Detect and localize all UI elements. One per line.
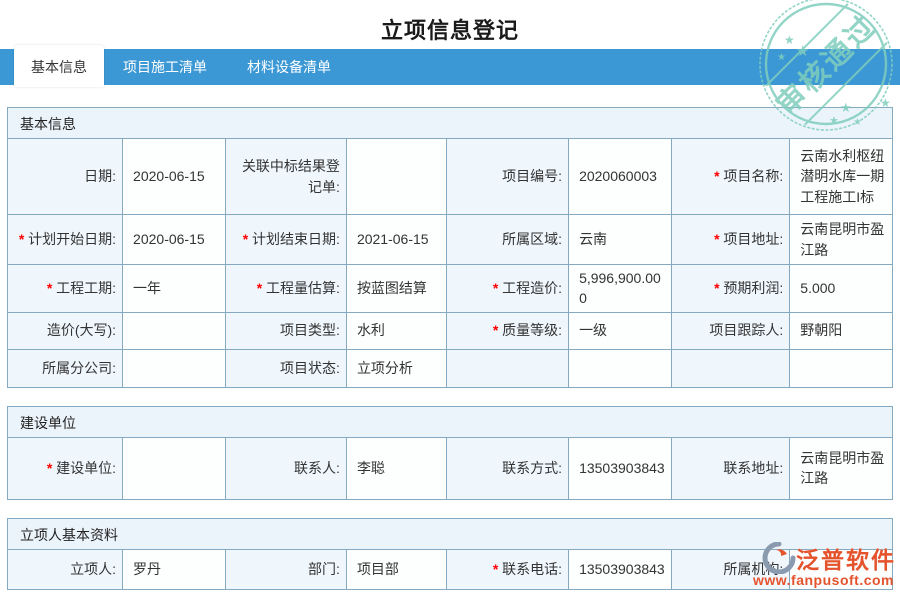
field-value: 2020-06-15 [122,138,226,215]
field-label: * 项目地址: [670,214,791,265]
field-label: 部门: [224,548,347,590]
section-construction-unit: 建设单位 * 建设单位: 联系人: 李聪 联系方式: 13503903843 联系地址: 云… [6,405,893,500]
required-asterisk: * [18,231,29,248]
required-asterisk: * [256,280,267,297]
table-row: 立项人: 罗丹 部门: 项目部 * 联系电话: 13503903843 所属机构: [6,548,893,590]
field-label: * 计划开始日期: [6,214,124,265]
required-asterisk: * [46,280,57,297]
required-asterisk: * [714,280,724,297]
field-value: 13503903843 [568,548,672,590]
field-value [789,348,893,388]
table-row: 造价(大写): 项目类型: 水利 * 质量等级: 一级 项目跟踪人: 野朝阳 [6,311,893,350]
field-label: * 计划结束日期: [224,214,347,265]
field-label: 项目类型: [224,311,347,350]
section-title: 立项人基本资料 [7,517,893,550]
table-row: * 工程工期: 一年 * 工程量估算: 按蓝图结算 * 工程造价: 5,996,900.0… [6,264,893,313]
field-value: 一级 [568,311,672,350]
field-value [122,311,226,350]
tab-basic-info[interactable]: 基本信息 [14,45,104,87]
field-value: 云南水利枢纽潜明水库一期工程施工I标 [789,138,893,215]
form-content: 基本信息 日期: 2020-06-15 关联中标结果登记单: 项目编号: 2020060… [6,107,893,590]
construction-unit-table: * 建设单位: 联系人: 李聪 联系方式: 13503903843 联系地址: 云南昆明市盈… [6,436,893,500]
field-value: 2020-06-15 [122,214,226,265]
field-value: 5,996,900.000 [568,264,672,313]
field-value: 2020060003 [568,138,672,215]
field-label [670,348,791,388]
table-row: 所属分公司: 项目状态: 立项分析 [6,348,893,388]
field-value: 一年 [122,264,226,313]
required-asterisk: * [714,168,724,185]
field-label: 联系地址: [670,436,791,500]
field-label: 所属分公司: [6,348,124,388]
field-label: * 项目名称: [670,138,791,215]
field-label: * 联系电话: [445,548,570,590]
field-value: 野朝阳 [789,311,893,350]
field-value: 5.000 [789,264,893,313]
field-value: 罗丹 [122,548,226,590]
field-value: 按蓝图结算 [345,264,447,313]
required-asterisk: * [46,459,57,476]
field-label: 联系方式: [445,436,570,500]
section-initiator-info: 立项人基本资料 立项人: 罗丹 部门: 项目部 * 联系电话: 13503903843 所属… [6,517,893,590]
required-asterisk: * [242,231,253,248]
field-label: 日期: [6,138,124,215]
field-label: 联系人: [224,436,347,500]
field-value: 云南 [568,214,672,265]
table-row: 日期: 2020-06-15 关联中标结果登记单: 项目编号: 2020060003 * … [6,138,893,215]
field-value [122,348,226,388]
field-label: 项目跟踪人: [670,311,791,350]
field-label: * 质量等级: [445,311,570,350]
table-row: * 计划开始日期: 2020-06-15 * 计划结束日期: 2021-06-15 所属… [6,214,893,265]
tab-material-equipment-list[interactable]: 材料设备清单 [230,49,348,85]
section-title: 建设单位 [7,405,893,438]
field-label [445,348,570,388]
field-label: * 预期利润: [670,264,791,313]
field-value [789,548,893,590]
tab-bar: 基本信息 项目施工清单 材料设备清单 [0,45,900,87]
field-label: 所属机构: [670,548,791,590]
section-title: 基本信息 [7,107,893,139]
field-label: 关联中标结果登记单: [224,138,347,215]
required-asterisk: * [492,560,503,577]
field-value: 水利 [345,311,447,350]
field-label: * 建设单位: [6,436,124,500]
field-value: 云南昆明市盈江路 [789,214,893,265]
tab-construction-list[interactable]: 项目施工清单 [106,49,224,85]
basic-info-table: 日期: 2020-06-15 关联中标结果登记单: 项目编号: 2020060003 * … [6,138,893,388]
field-label: 造价(大写): [6,311,124,350]
field-label: * 工程工期: [6,264,124,313]
field-label: 项目状态: [224,348,347,388]
page-title: 立项信息登记 [380,18,519,43]
field-label: 所属区域: [445,214,570,265]
field-value: 立项分析 [345,348,447,388]
field-label: * 工程量估算: [224,264,347,313]
field-value [122,436,226,500]
field-value: 项目部 [345,548,447,590]
required-asterisk: * [492,280,503,297]
field-label: * 工程造价: [445,264,570,313]
field-value [568,348,672,388]
field-label: 项目编号: [445,138,570,215]
field-value: 李聪 [345,436,447,500]
field-value: 13503903843 [568,436,672,500]
field-value [345,138,447,215]
initiator-info-table: 立项人: 罗丹 部门: 项目部 * 联系电话: 13503903843 所属机构: [6,548,893,590]
section-basic-info: 基本信息 日期: 2020-06-15 关联中标结果登记单: 项目编号: 2020060… [6,107,893,388]
field-value: 2021-06-15 [345,214,447,265]
field-value: 云南昆明市盈江路 [789,436,893,500]
required-asterisk: * [714,231,724,248]
required-asterisk: * [492,322,503,339]
field-label: 立项人: [6,548,124,590]
table-row: * 建设单位: 联系人: 李聪 联系方式: 13503903843 联系地址: 云南昆明市盈… [6,436,893,500]
